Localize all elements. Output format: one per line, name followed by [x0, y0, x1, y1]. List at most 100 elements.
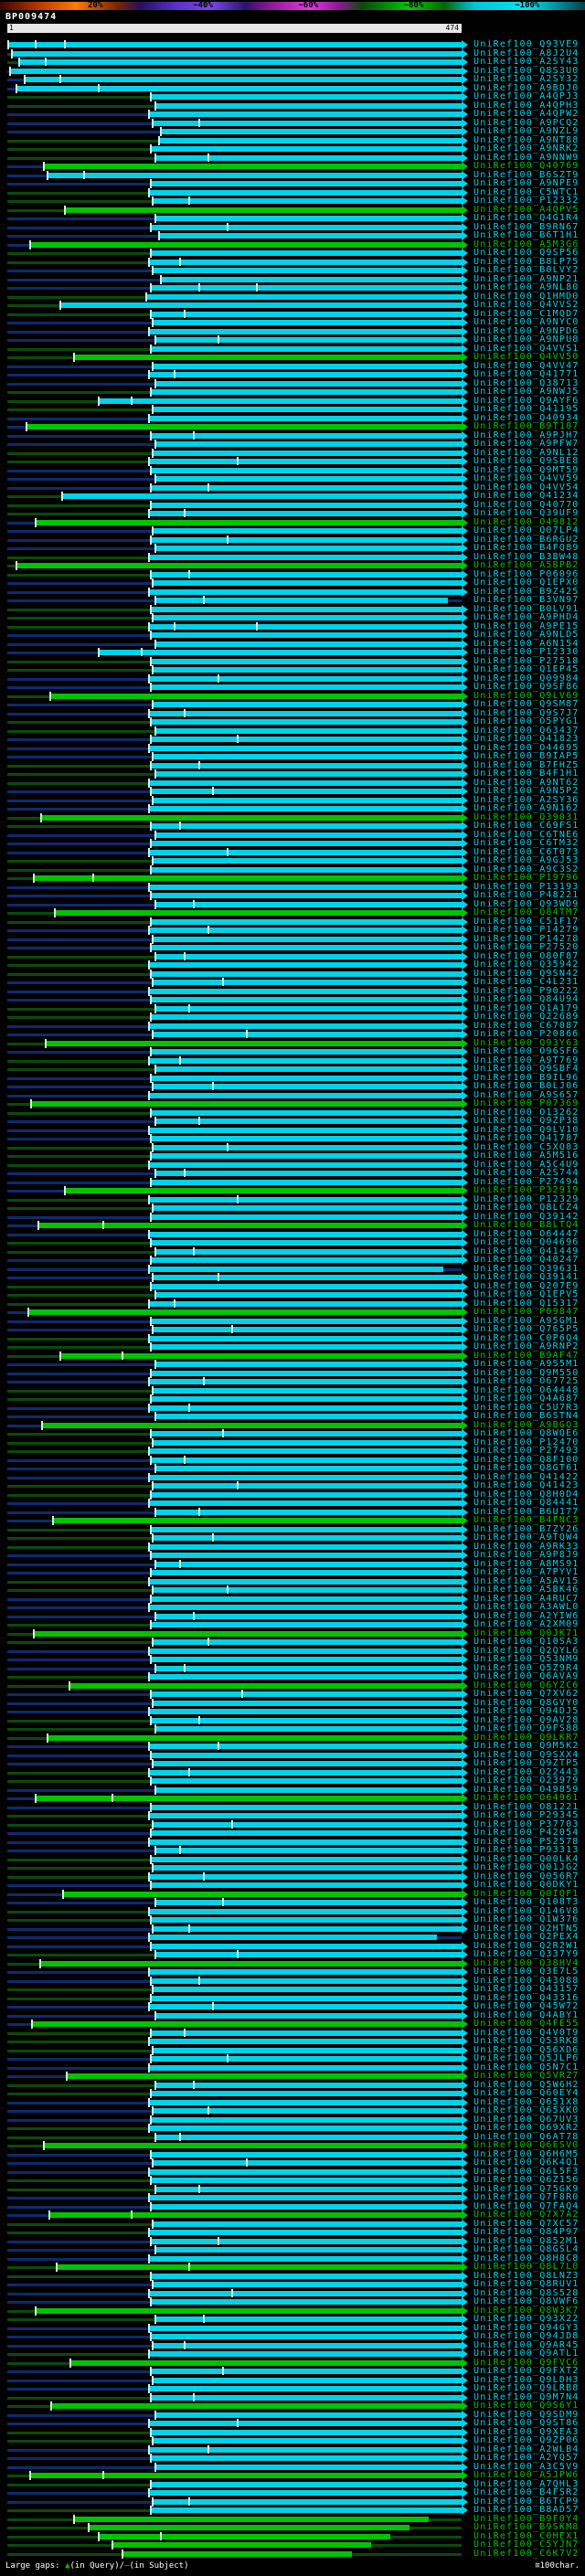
hit-bar[interactable] — [154, 2412, 462, 2418]
hit-bar[interactable] — [150, 1370, 462, 1376]
hit-bar[interactable] — [69, 1682, 462, 1689]
hit-bar[interactable] — [148, 1500, 462, 1506]
hit-bar[interactable] — [154, 476, 462, 482]
hit-bar[interactable] — [150, 1344, 462, 1350]
hit-bar[interactable] — [152, 667, 462, 673]
hit-bar[interactable] — [150, 1257, 462, 1263]
hit-bar[interactable] — [152, 1084, 462, 1089]
hit-bar[interactable] — [148, 1023, 462, 1029]
hit-bar[interactable] — [150, 1917, 462, 1923]
hit-bar[interactable] — [23, 77, 462, 82]
hit-bar[interactable] — [148, 849, 462, 855]
hit-bar[interactable] — [148, 2064, 462, 2071]
hit-bar[interactable] — [154, 2247, 462, 2253]
hit-bar[interactable] — [154, 1726, 462, 1732]
hit-bar[interactable] — [150, 1856, 462, 1862]
hit-bar[interactable] — [97, 650, 462, 655]
hit-bar[interactable] — [25, 424, 462, 429]
hit-bar[interactable] — [154, 2134, 462, 2140]
hit-bar[interactable] — [148, 1127, 462, 1133]
hit-bar[interactable] — [148, 1578, 462, 1585]
hit-bar[interactable] — [154, 2186, 462, 2192]
hit-bar[interactable] — [148, 1969, 462, 1975]
hit-bar[interactable] — [150, 2203, 462, 2210]
hit-bar[interactable] — [152, 2160, 462, 2166]
hit-bar[interactable] — [150, 181, 462, 186]
hit-bar[interactable] — [150, 2273, 462, 2279]
hit-bar[interactable] — [148, 2325, 462, 2331]
hit-bar[interactable] — [69, 2359, 462, 2366]
hit-bar[interactable] — [148, 189, 462, 196]
hit-bar[interactable] — [157, 137, 462, 143]
hit-bar[interactable] — [150, 658, 462, 664]
hit-bar[interactable] — [61, 1891, 462, 1897]
hit-bar[interactable] — [150, 866, 462, 873]
hit-bar[interactable] — [148, 554, 462, 560]
hit-bar[interactable] — [150, 1595, 462, 1602]
hit-bar[interactable] — [150, 1240, 462, 1246]
hit-bar[interactable] — [159, 276, 462, 282]
hit-bar[interactable] — [154, 1466, 462, 1471]
hit-bar[interactable] — [154, 1292, 462, 1298]
hit-bar[interactable] — [148, 1266, 444, 1272]
hit-bar[interactable] — [50, 2403, 462, 2409]
hit-bar[interactable] — [152, 936, 462, 942]
hit-bar[interactable] — [154, 641, 462, 647]
hit-bar[interactable] — [150, 1396, 462, 1402]
hit-bar[interactable] — [157, 233, 462, 239]
hit-bar[interactable] — [56, 2264, 462, 2270]
hit-bar[interactable] — [148, 2168, 462, 2175]
hit-bar[interactable] — [152, 363, 462, 369]
hit-bar[interactable] — [150, 737, 462, 742]
hit-bar[interactable] — [35, 1796, 462, 1801]
hit-bar[interactable] — [44, 1040, 462, 1046]
hit-bar[interactable] — [148, 1448, 462, 1454]
hit-bar[interactable] — [148, 1709, 462, 1714]
hit-bar[interactable] — [150, 841, 462, 846]
hit-bar[interactable] — [150, 484, 462, 491]
hit-bar[interactable] — [154, 1171, 462, 1176]
hit-bar[interactable] — [97, 398, 462, 404]
hit-bar[interactable] — [150, 1457, 462, 1463]
hit-bar[interactable] — [152, 1639, 462, 1645]
hit-bar[interactable] — [150, 1136, 462, 1141]
hit-bar[interactable] — [154, 337, 462, 343]
hit-bar[interactable] — [152, 1483, 462, 1489]
hit-bar[interactable] — [7, 42, 462, 48]
hit-bar[interactable] — [148, 2230, 462, 2235]
hit-bar[interactable] — [65, 2073, 462, 2079]
hit-bar[interactable] — [150, 2238, 462, 2244]
hit-bar[interactable] — [150, 1995, 462, 2001]
hit-bar[interactable] — [148, 1674, 462, 1680]
hit-bar[interactable] — [150, 2481, 462, 2487]
hit-bar[interactable] — [112, 2542, 372, 2548]
hit-bar[interactable] — [152, 1439, 462, 1446]
hit-bar[interactable] — [148, 1474, 462, 1480]
hit-bar[interactable] — [33, 1630, 462, 1637]
hit-bar[interactable] — [35, 519, 462, 525]
hit-bar[interactable] — [148, 779, 462, 786]
hit-bar[interactable] — [150, 1882, 462, 1888]
hit-bar[interactable] — [46, 1734, 462, 1741]
hit-bar[interactable] — [152, 1587, 462, 1593]
hit-bar[interactable] — [150, 1214, 462, 1220]
hit-bar[interactable] — [31, 2021, 462, 2027]
hit-bar[interactable] — [152, 1387, 462, 1394]
hit-bar[interactable] — [148, 259, 462, 265]
hit-bar[interactable] — [148, 2351, 462, 2357]
hit-bar[interactable] — [152, 2108, 462, 2114]
hit-bar[interactable] — [154, 2316, 462, 2322]
hit-bar[interactable] — [150, 2334, 462, 2339]
hit-bar[interactable] — [148, 1648, 462, 1654]
hit-bar[interactable] — [63, 1188, 462, 1193]
hit-bar[interactable] — [150, 1109, 462, 1116]
hit-bar[interactable] — [148, 372, 462, 377]
hit-bar[interactable] — [148, 2125, 462, 2131]
hit-bar[interactable] — [148, 1335, 462, 1341]
hit-bar[interactable] — [150, 918, 462, 925]
hit-bar[interactable] — [150, 2030, 462, 2036]
hit-bar[interactable] — [152, 450, 462, 456]
hit-bar[interactable] — [148, 2421, 462, 2426]
hit-bar[interactable] — [150, 2369, 462, 2374]
hit-bar[interactable] — [148, 2290, 462, 2296]
